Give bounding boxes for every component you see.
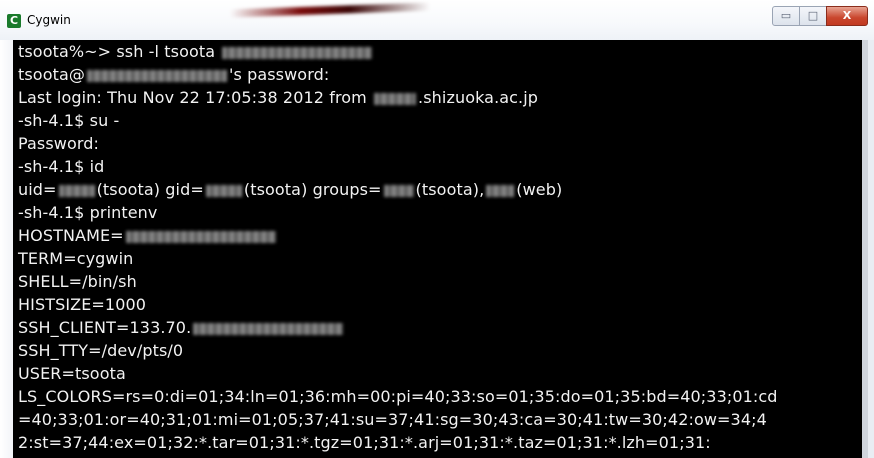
terminal-line: -sh-4.1$ id <box>18 157 105 176</box>
window-controls: ▭ □ X <box>772 6 868 26</box>
terminal-line: SSH_CLIENT=133.70. <box>18 316 345 339</box>
terminal-line: -sh-4.1$ su - <box>18 111 120 130</box>
window-title: Cygwin <box>27 13 71 27</box>
redacted-text <box>374 92 417 105</box>
terminal-line: USER=tsoota <box>18 364 126 383</box>
terminal-output[interactable]: tsoota%~> ssh -l tsoota tsoota@'s passwo… <box>13 40 868 458</box>
redacted-text <box>222 46 373 59</box>
redacted-text <box>205 184 242 197</box>
terminal-line: HISTSIZE=1000 <box>18 295 147 314</box>
terminal-line: 2:st=37;44:ex=01;32:*.tar=01;31:*.tgz=01… <box>18 433 711 452</box>
cygwin-window: C Cygwin ▭ □ X tsoota%~> ssh -l tsoota t… <box>0 0 874 458</box>
title-bar-decoration <box>230 2 430 18</box>
redacted-text <box>86 69 227 82</box>
title-bar[interactable]: C Cygwin ▭ □ X <box>0 0 874 40</box>
terminal-line: LS_COLORS=rs=0:di=01;34:ln=01;36:mh=00:p… <box>18 387 778 406</box>
redacted-text <box>383 184 414 197</box>
terminal-line: -sh-4.1$ printenv <box>18 203 158 222</box>
redacted-text <box>125 230 276 243</box>
maximize-button[interactable]: □ <box>799 6 827 26</box>
terminal-line: uid= (tsoota) gid= (tsoota) groups= (tsoota… <box>18 180 563 199</box>
terminal-line: tsoota%~> ssh -l tsoota <box>18 40 374 63</box>
redacted-text <box>193 322 344 335</box>
terminal-line: Last login: Thu Nov 22 17:05:38 2012 fro… <box>18 88 539 107</box>
terminal-line: tsoota@'s password: <box>18 65 330 84</box>
close-button[interactable]: X <box>826 6 868 26</box>
cygwin-app-icon[interactable]: C <box>7 14 21 28</box>
terminal-line: TERM=cygwin <box>18 249 134 268</box>
terminal-line: SHELL=/bin/sh <box>18 272 137 291</box>
minimize-button[interactable]: ▭ <box>772 6 800 26</box>
terminal-line: =40;33;01:or=40;31;01:mi=01;05;37;41:su=… <box>18 410 767 429</box>
window-left-border <box>0 40 13 458</box>
terminal-line: HOSTNAME= <box>18 224 278 247</box>
redacted-text <box>58 184 95 197</box>
terminal-line: Password: <box>18 134 100 153</box>
terminal-line: SSH_TTY=/dev/pts/0 <box>18 341 184 360</box>
window-right-border <box>868 40 874 458</box>
redacted-text <box>486 184 515 197</box>
